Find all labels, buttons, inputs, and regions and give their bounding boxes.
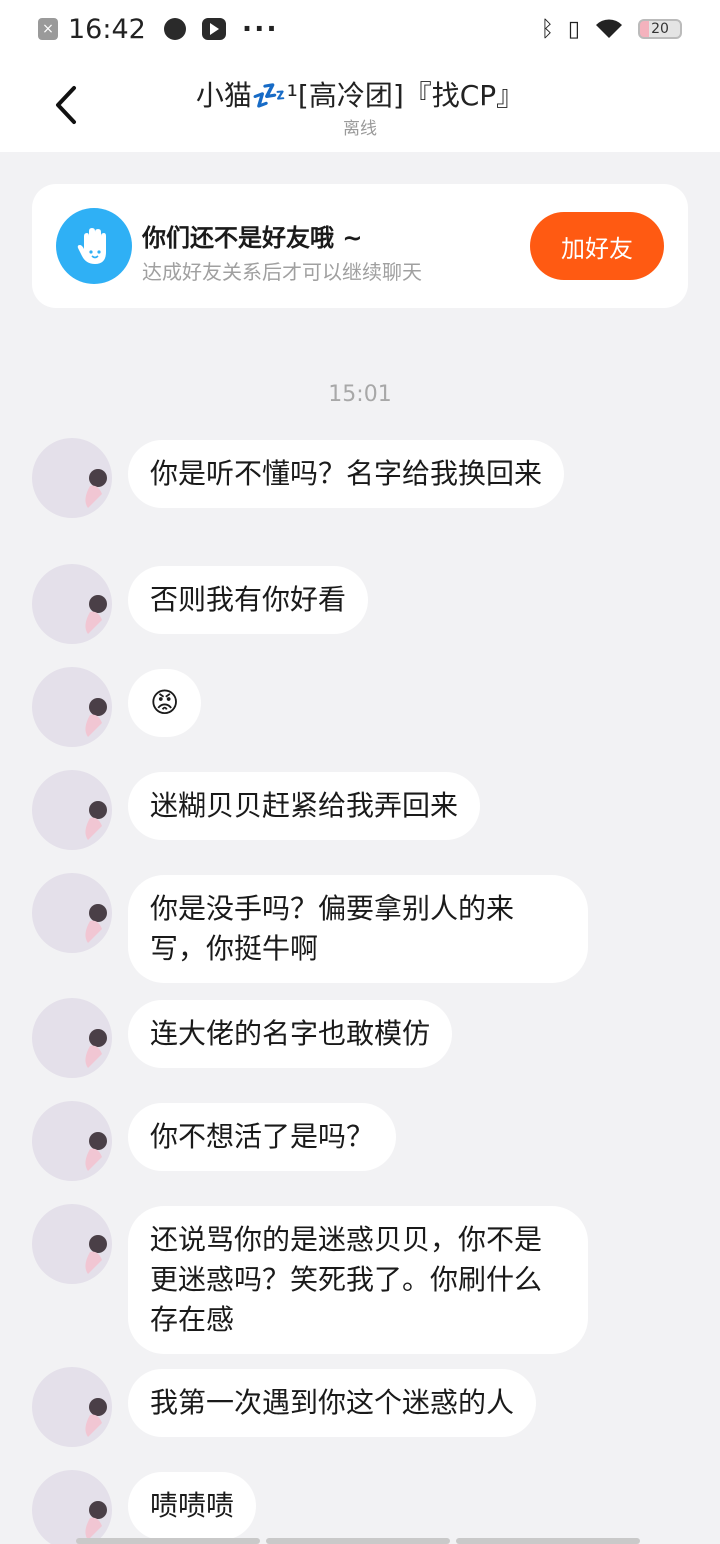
message-bubble[interactable]: 我第一次遇到你这个迷惑的人 [128,1369,537,1437]
battery-icon: 20 [638,19,682,39]
app-notification-icon [163,18,186,40]
avatar[interactable] [32,770,112,850]
chat-title: 小猫💤¹[高冷团]『找CP』 [195,79,525,112]
message-bubble[interactable]: 啧啧啧 [128,1472,257,1540]
message-bubble[interactable]: 否则我有你好看 [128,566,369,634]
avatar[interactable] [32,998,112,1078]
friend-card-title: 你们还不是好友哦 ~ [142,224,363,252]
avatar[interactable] [32,1101,112,1181]
chat-header: 小猫💤¹[高冷团]『找CP』 离线 [0,58,720,152]
online-status: 离线 [343,119,377,139]
message-bubble[interactable]: 迷糊贝贝赶紧给我弄回来 [128,772,481,840]
more-notifications-icon: ··· [241,13,279,45]
friend-card-subtitle: 达成好友关系后才可以继续聊天 [142,260,422,284]
add-friend-button[interactable]: 加好友 [530,212,664,280]
status-bar: × 16:42 ··· ᛒ ▯ 20 [0,0,720,58]
video-notification-icon [201,18,226,40]
message-bubble[interactable]: 你不想活了是吗？ [128,1103,397,1171]
message-bubble[interactable]: 连大佬的名字也敢模仿 [128,1000,453,1068]
avatar[interactable] [32,564,112,644]
notification-close-icon: × [38,18,58,40]
message-timestamp: 15:01 [328,382,392,407]
bottom-indicator [76,1538,640,1544]
vibrate-icon: ▯ [567,16,580,42]
message-bubble[interactable]: 还说骂你的是迷惑贝贝，你不是更迷惑吗？笑死我了。你刷什么存在感 [128,1206,588,1354]
wifi-icon [596,19,622,38]
avatar[interactable] [32,1470,112,1544]
bluetooth-icon: ᛒ [540,16,554,42]
avatar[interactable] [32,438,112,518]
message-bubble[interactable]: 你是听不懂吗？名字给我换回来 [128,440,565,508]
message-bubble[interactable]: 你是没手吗？偏要拿别人的来写，你挺牛啊 [128,875,588,983]
avatar[interactable] [32,1204,112,1284]
message-bubble[interactable]: 😡 [128,669,202,737]
status-time: 16:42 [68,13,146,45]
avatar[interactable] [32,1367,112,1447]
hand-icon [56,208,132,284]
friend-request-card: 你们还不是好友哦 ~ 达成好友关系后才可以继续聊天 加好友 [32,184,688,308]
avatar[interactable] [32,873,112,953]
avatar[interactable] [32,667,112,747]
angry-face-icon: 😡 [150,686,180,719]
